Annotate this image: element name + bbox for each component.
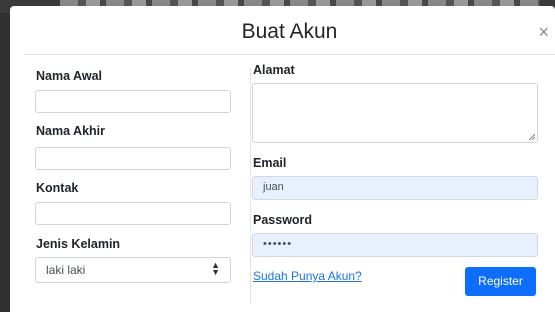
contact-label: Kontak <box>36 181 79 195</box>
gender-select[interactable]: laki laki ▲ ▼ <box>35 257 231 283</box>
modal-header: Buat Akun × <box>24 14 555 55</box>
gender-label: Jenis Kelamin <box>36 237 121 251</box>
register-button[interactable]: Register <box>465 267 536 296</box>
resize-handle-icon[interactable] <box>529 134 535 140</box>
modal-title: Buat Akun <box>241 20 338 43</box>
first-name-label: Nama Awal <box>36 69 103 83</box>
password-label: Password <box>253 213 313 227</box>
backdrop-left <box>0 13 10 312</box>
address-label: Alamat <box>253 63 295 77</box>
email-label: Email <box>253 156 287 170</box>
gender-selected-value: laki laki <box>46 263 86 277</box>
column-divider <box>250 68 251 304</box>
email-field[interactable]: juan <box>252 176 538 200</box>
contact-field[interactable] <box>35 202 231 225</box>
select-arrows-icon: ▲ ▼ <box>211 260 220 277</box>
close-icon[interactable]: × <box>538 23 549 41</box>
register-modal: Buat Akun × Nama Awal Nama Akhir Kontak … <box>10 6 555 312</box>
address-textarea[interactable] <box>252 83 538 143</box>
last-name-label: Nama Akhir <box>36 124 106 138</box>
password-field[interactable]: •••••• <box>252 233 538 257</box>
last-name-field[interactable] <box>35 147 231 170</box>
first-name-field[interactable] <box>35 90 231 113</box>
login-link[interactable]: Sudah Punya Akun? <box>253 269 362 283</box>
